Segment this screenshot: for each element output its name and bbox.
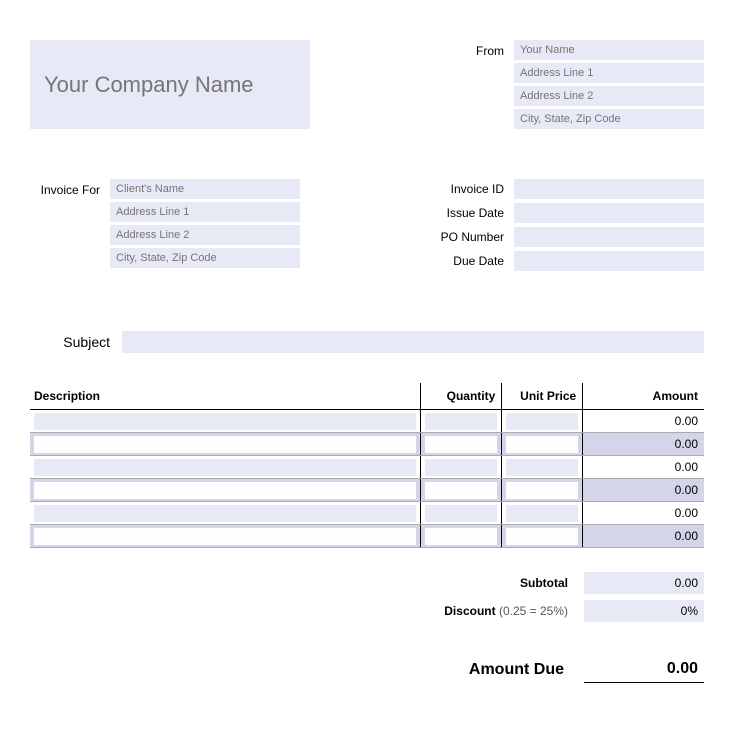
table-row: 0.00 bbox=[30, 456, 704, 479]
line-amount: 0.00 bbox=[675, 437, 698, 451]
due-date-row: Due Date bbox=[424, 251, 704, 271]
price-input[interactable] bbox=[506, 528, 578, 545]
line-amount: 0.00 bbox=[675, 483, 698, 497]
invoice-for-block: Invoice For bbox=[30, 179, 300, 271]
desc-input[interactable] bbox=[34, 436, 416, 453]
po-number-input[interactable] bbox=[514, 227, 704, 247]
amount-due-row: Amount Due 0.00 bbox=[384, 656, 704, 683]
desc-input[interactable] bbox=[34, 482, 416, 499]
desc-input[interactable] bbox=[34, 459, 416, 476]
price-input[interactable] bbox=[506, 482, 578, 499]
client-addr2-input[interactable] bbox=[110, 225, 300, 245]
amount-header: Amount bbox=[583, 383, 704, 410]
from-city-input[interactable] bbox=[514, 109, 704, 129]
from-name-input[interactable] bbox=[514, 40, 704, 60]
desc-input[interactable] bbox=[34, 505, 416, 522]
qty-input[interactable] bbox=[425, 436, 497, 453]
table-row: 0.00 bbox=[30, 502, 704, 525]
invoice-id-label: Invoice ID bbox=[424, 182, 504, 196]
subject-label: Subject bbox=[30, 334, 110, 350]
discount-label: Discount (0.25 = 25%) bbox=[444, 604, 568, 618]
quantity-header: Quantity bbox=[421, 383, 502, 410]
qty-input[interactable] bbox=[425, 528, 497, 545]
discount-row: Discount (0.25 = 25%) 0% bbox=[384, 600, 704, 622]
invoice-for-label: Invoice For bbox=[30, 179, 100, 271]
issue-date-input[interactable] bbox=[514, 203, 704, 223]
table-header-row: Description Quantity Unit Price Amount bbox=[30, 383, 704, 410]
invoice-id-input[interactable] bbox=[514, 179, 704, 199]
items-table: Description Quantity Unit Price Amount 0… bbox=[30, 383, 704, 548]
table-row: 0.00 bbox=[30, 525, 704, 548]
client-address-fields bbox=[110, 179, 300, 271]
mid-row: Invoice For Invoice ID Issue Date PO Num… bbox=[30, 179, 704, 271]
subject-row: Subject bbox=[30, 331, 704, 353]
invoice-meta-block: Invoice ID Issue Date PO Number Due Date bbox=[424, 179, 704, 271]
unit-price-header: Unit Price bbox=[502, 383, 583, 410]
discount-label-text: Discount bbox=[444, 604, 495, 618]
due-date-input[interactable] bbox=[514, 251, 704, 271]
line-amount: 0.00 bbox=[675, 460, 698, 474]
price-input[interactable] bbox=[506, 436, 578, 453]
subtotal-row: Subtotal 0.00 bbox=[384, 572, 704, 594]
line-amount: 0.00 bbox=[675, 506, 698, 520]
client-addr1-input[interactable] bbox=[110, 202, 300, 222]
issue-date-row: Issue Date bbox=[424, 203, 704, 223]
header-row: From bbox=[30, 40, 704, 129]
desc-input[interactable] bbox=[34, 413, 416, 430]
subtotal-label: Subtotal bbox=[520, 576, 568, 590]
po-number-row: PO Number bbox=[424, 227, 704, 247]
table-row: 0.00 bbox=[30, 433, 704, 456]
issue-date-label: Issue Date bbox=[424, 206, 504, 220]
discount-hint: (0.25 = 25%) bbox=[499, 604, 568, 618]
from-addr1-input[interactable] bbox=[514, 63, 704, 83]
client-city-input[interactable] bbox=[110, 248, 300, 268]
line-amount: 0.00 bbox=[675, 529, 698, 543]
invoice-id-row: Invoice ID bbox=[424, 179, 704, 199]
table-row: 0.00 bbox=[30, 410, 704, 433]
desc-input[interactable] bbox=[34, 528, 416, 545]
subtotal-value: 0.00 bbox=[584, 572, 704, 594]
amount-due-value: 0.00 bbox=[584, 656, 704, 683]
description-header: Description bbox=[30, 383, 421, 410]
price-input[interactable] bbox=[506, 459, 578, 476]
subject-input[interactable] bbox=[122, 331, 704, 353]
qty-input[interactable] bbox=[425, 482, 497, 499]
company-name-input[interactable] bbox=[30, 40, 310, 129]
from-addr2-input[interactable] bbox=[514, 86, 704, 106]
price-input[interactable] bbox=[506, 505, 578, 522]
totals-section: Subtotal 0.00 Discount (0.25 = 25%) 0% A… bbox=[30, 572, 704, 683]
table-row: 0.00 bbox=[30, 479, 704, 502]
po-number-label: PO Number bbox=[424, 230, 504, 244]
qty-input[interactable] bbox=[425, 413, 497, 430]
amount-due-label: Amount Due bbox=[469, 661, 564, 679]
qty-input[interactable] bbox=[425, 459, 497, 476]
due-date-label: Due Date bbox=[424, 254, 504, 268]
client-name-input[interactable] bbox=[110, 179, 300, 199]
price-input[interactable] bbox=[506, 413, 578, 430]
from-address-fields bbox=[514, 40, 704, 129]
line-amount: 0.00 bbox=[675, 414, 698, 428]
from-label: From bbox=[469, 40, 504, 129]
qty-input[interactable] bbox=[425, 505, 497, 522]
from-block: From bbox=[469, 40, 704, 129]
discount-value: 0% bbox=[584, 600, 704, 622]
